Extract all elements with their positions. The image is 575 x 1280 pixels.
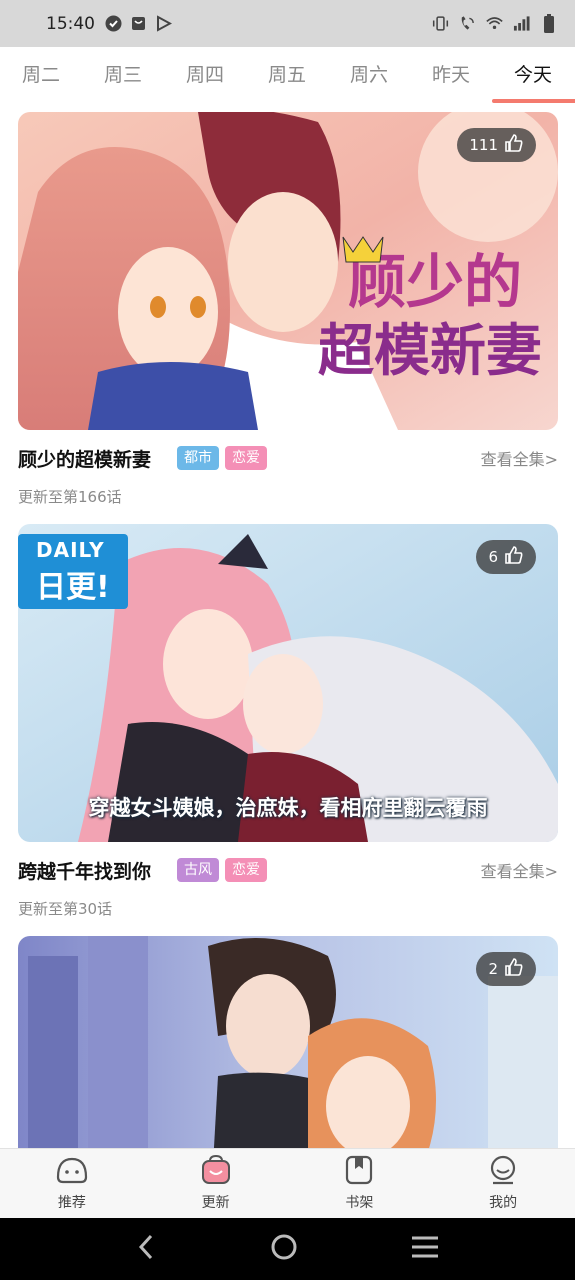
likes-badge[interactable]: 6 <box>476 540 536 574</box>
update-icon <box>201 1154 231 1189</box>
likes-count: 111 <box>469 136 498 154</box>
comic-cover[interactable]: 2 <box>18 936 558 1148</box>
nav-update[interactable]: 更新 <box>144 1149 288 1218</box>
comic-title[interactable]: 顾少的超模新妻 <box>18 445 151 472</box>
nav-label: 更新 <box>201 1195 230 1211</box>
play-store-icon <box>155 15 172 32</box>
thumbs-up-icon <box>504 957 524 981</box>
home-icon[interactable] <box>269 1232 299 1266</box>
battery-icon <box>540 13 557 33</box>
comic-title[interactable]: 跨越千年找到你 <box>18 857 151 884</box>
comic-card: 2 <box>18 936 558 1148</box>
status-bar: 15:40 <box>0 0 575 47</box>
tab-tuesday[interactable]: 周二 <box>0 47 82 103</box>
comic-cover[interactable]: DAILY 日更! 穿越女斗姨娘，治庶妹，看相府里翻云覆雨 6 <box>18 524 558 842</box>
view-all-link[interactable]: 查看全集> <box>481 858 558 882</box>
thumbs-up-icon <box>504 133 524 157</box>
nav-label: 书架 <box>345 1195 374 1211</box>
genre-tag: 古风 <box>177 858 220 882</box>
daily-badge-en: DAILY <box>36 538 105 562</box>
recommend-icon <box>55 1155 89 1189</box>
view-all-link[interactable]: 查看全集> <box>481 446 558 470</box>
genre-tag: 恋爱 <box>225 858 268 882</box>
tab-saturday[interactable]: 周六 <box>328 47 410 103</box>
genre-tag: 恋爱 <box>225 446 268 470</box>
update-status: 更新至第166话 <box>18 488 122 506</box>
comic-cover[interactable]: 顾少的 超模新妻 111 <box>18 112 558 430</box>
cover-caption: 穿越女斗姨娘，治庶妹，看相府里翻云覆雨 <box>88 796 488 820</box>
bookshelf-icon <box>345 1155 373 1189</box>
comic-feed[interactable]: 顾少的 超模新妻 111 顾少的超模新妻 都市 恋爱 查看全集> 更新至第166… <box>0 103 575 1148</box>
day-tabs: 周二 周三 周四 周五 周六 昨天 今天 <box>0 47 575 103</box>
check-circle-icon <box>105 15 122 32</box>
bag-icon <box>130 15 147 32</box>
wifi-icon <box>486 15 503 32</box>
back-icon[interactable] <box>135 1233 159 1265</box>
nav-profile[interactable]: 我的 <box>431 1149 575 1218</box>
svg-text:超模新妻: 超模新妻 <box>318 318 542 384</box>
profile-icon <box>488 1155 518 1189</box>
daily-badge-cn: 日更! <box>36 570 110 605</box>
nav-recommend[interactable]: 推荐 <box>0 1149 144 1218</box>
bottom-nav: 推荐 更新 书架 我的 <box>0 1148 575 1218</box>
system-nav-bar <box>0 1218 575 1280</box>
comic-card: 顾少的 超模新妻 111 顾少的超模新妻 都市 恋爱 查看全集> 更新至第166… <box>18 112 558 510</box>
likes-count: 2 <box>488 960 498 978</box>
tab-thursday[interactable]: 周四 <box>164 47 246 103</box>
thumbs-up-icon <box>504 545 524 569</box>
tab-today[interactable]: 今天 <box>492 47 575 103</box>
tab-yesterday[interactable]: 昨天 <box>410 47 492 103</box>
likes-badge[interactable]: 111 <box>457 128 536 162</box>
nav-bookshelf[interactable]: 书架 <box>288 1149 432 1218</box>
likes-badge[interactable]: 2 <box>476 952 536 986</box>
nav-label: 我的 <box>489 1195 518 1211</box>
status-time: 15:40 <box>46 13 95 34</box>
nav-label: 推荐 <box>57 1195 86 1211</box>
tab-wednesday[interactable]: 周三 <box>82 47 164 103</box>
comic-card: DAILY 日更! 穿越女斗姨娘，治庶妹，看相府里翻云覆雨 6 跨越千年找到你 … <box>18 524 558 922</box>
update-status: 更新至第30话 <box>18 900 113 918</box>
vibrate-icon <box>432 15 449 32</box>
menu-icon[interactable] <box>410 1235 440 1263</box>
likes-count: 6 <box>488 548 498 566</box>
tab-friday[interactable]: 周五 <box>246 47 328 103</box>
genre-tag: 都市 <box>177 446 220 470</box>
signal-icon <box>513 15 530 32</box>
wifi-call-icon <box>459 15 476 32</box>
